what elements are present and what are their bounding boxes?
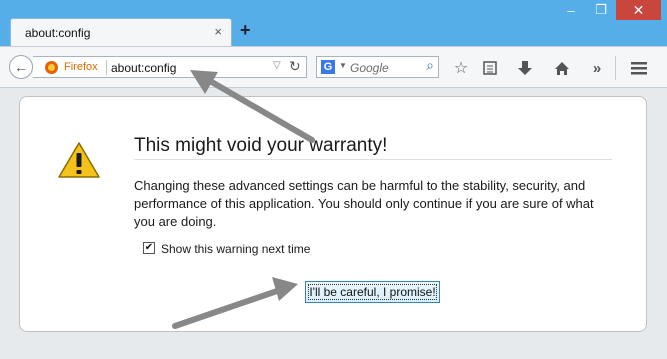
tab-about-config[interactable]: about:config ×: [10, 18, 232, 46]
overflow-chevron-icon[interactable]: »: [586, 57, 608, 79]
search-placeholder: Google: [350, 61, 389, 75]
back-button[interactable]: ←: [9, 55, 33, 79]
close-window-button[interactable]: ✕: [616, 0, 661, 20]
firefox-logo-icon: [45, 61, 58, 74]
star-icon[interactable]: ☆: [450, 57, 472, 79]
page-title: This might void your warranty!: [134, 135, 388, 156]
hamburger-menu-icon[interactable]: [628, 57, 650, 79]
reload-icon[interactable]: ↻: [289, 58, 301, 75]
warning-message: Changing these advanced settings can be …: [134, 178, 594, 229]
identity-label[interactable]: Firefox: [64, 61, 98, 73]
search-icon[interactable]: ⌕: [426, 57, 434, 74]
page-content: This might void your warranty! Changing …: [0, 88, 667, 359]
arrow-left-icon: ←: [14, 59, 28, 75]
minimize-button[interactable]: ‒: [556, 0, 586, 20]
search-bar[interactable]: G ▼ Google ⌕: [316, 56, 439, 78]
url-separator: [106, 60, 107, 75]
new-tab-button[interactable]: +: [240, 20, 251, 41]
heading-divider: [134, 159, 612, 160]
tab-close-icon[interactable]: ×: [214, 24, 222, 39]
warning-icon: [58, 142, 100, 178]
history-dropdown-icon[interactable]: ▽: [273, 60, 281, 71]
warning-card: This might void your warranty! Changing …: [19, 96, 647, 332]
download-icon[interactable]: [514, 57, 536, 79]
tab-title: about:config: [25, 26, 91, 40]
navigation-toolbar: ← Firefox about:config ▽ ↻ G ▼ Google ⌕ …: [0, 46, 667, 88]
engine-dropdown-icon[interactable]: ▼: [339, 61, 347, 70]
accept-risk-button[interactable]: I'll be careful, I promise!: [305, 281, 440, 303]
toolbar-separator: [615, 56, 616, 80]
bookmarks-menu-icon[interactable]: [479, 57, 501, 79]
window-frame: ‒ ❐ ✕ about:config × + ← Firefox about:c…: [0, 0, 667, 359]
show-warning-label[interactable]: Show this warning next time: [161, 242, 310, 256]
show-warning-checkbox[interactable]: ✔: [143, 242, 155, 254]
url-bar[interactable]: Firefox about:config ▽ ↻: [33, 56, 307, 78]
window-controls: ‒ ❐ ✕: [556, 0, 661, 22]
restore-button[interactable]: ❐: [586, 0, 616, 20]
google-engine-icon[interactable]: G: [321, 60, 335, 74]
home-icon[interactable]: [551, 57, 573, 79]
url-text[interactable]: about:config: [111, 61, 176, 75]
